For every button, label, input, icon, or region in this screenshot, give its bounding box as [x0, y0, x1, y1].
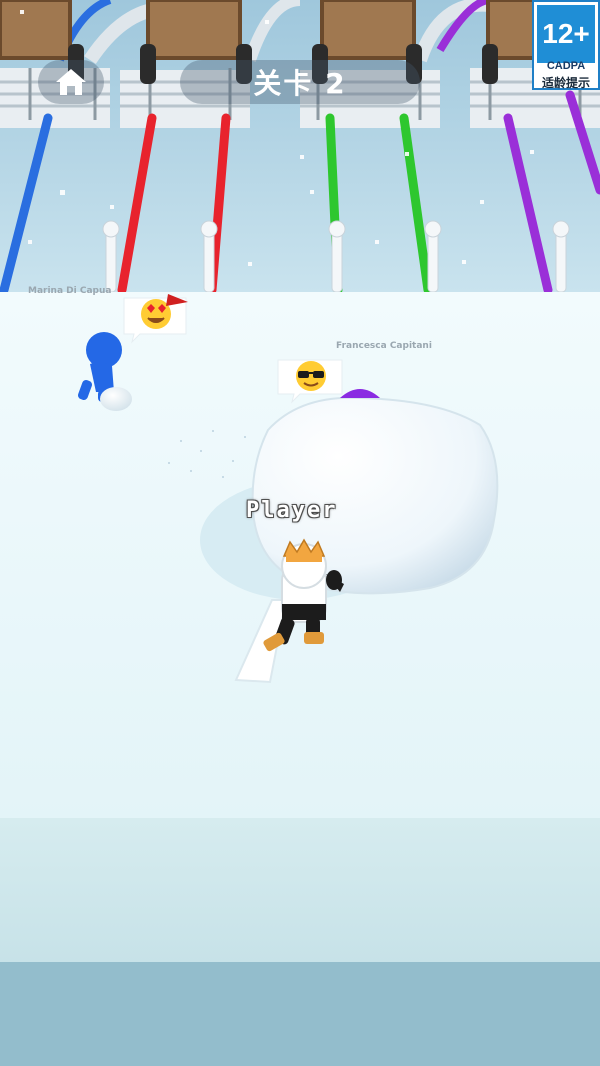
level-indicator: 关卡 2 — [180, 60, 420, 104]
home-icon — [56, 69, 86, 95]
home-button[interactable] — [38, 60, 104, 104]
age-rating-org: CADPA — [546, 60, 586, 72]
age-rating-value: 12+ — [537, 5, 595, 63]
player-name-tag: Player — [246, 498, 338, 523]
age-rating-hint: 适龄提示 — [541, 76, 590, 90]
level-label: 关卡 2 — [253, 67, 347, 100]
opponent-name-tag: Francesca Capitani — [336, 341, 432, 351]
game-scene — [0, 0, 600, 1066]
small-snowball — [100, 387, 132, 411]
ice-edge — [0, 962, 600, 1066]
age-rating-badge: 12+ CADPA 适龄提示 — [532, 0, 600, 90]
snow-field-lower — [0, 818, 600, 962]
opponent-name-tag: Marina Di Capua — [28, 286, 112, 296]
